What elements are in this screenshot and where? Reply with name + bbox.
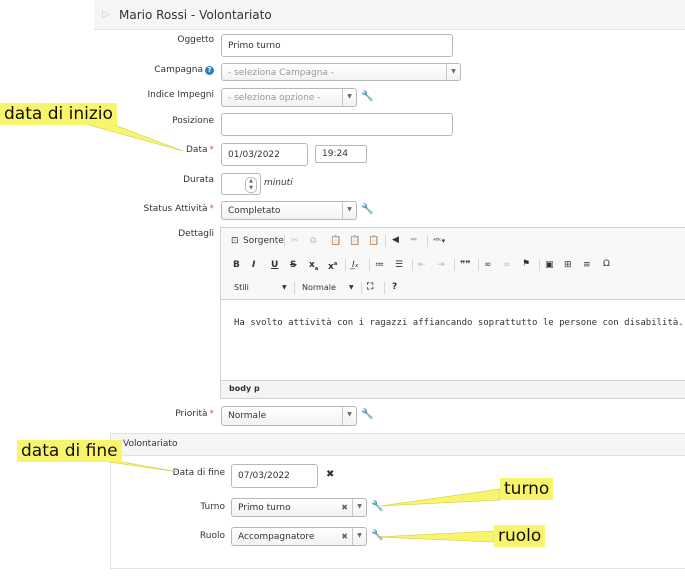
strike-button[interactable]: S xyxy=(290,259,296,271)
durata-input[interactable]: ▲ ▼ xyxy=(221,173,261,195)
image-icon[interactable]: ▣ xyxy=(545,259,554,271)
subscript-button[interactable]: xa xyxy=(309,259,318,275)
spellcheck-icon[interactable]: ᴬᴮᶜ▾ xyxy=(433,235,445,247)
copy-icon[interactable]: ⧉ xyxy=(310,235,316,247)
wrench-icon[interactable]: 🔧 xyxy=(361,204,373,216)
chevron-down-icon: ▼ xyxy=(282,284,287,291)
styles-combo[interactable]: Stili xyxy=(234,282,249,294)
wrench-icon[interactable]: 🔧 xyxy=(371,530,383,542)
bold-button[interactable]: B xyxy=(233,259,240,271)
help-icon[interactable]: ? xyxy=(205,66,214,75)
data-inizio-input[interactable]: 01/03/2022 xyxy=(221,143,308,166)
help-button[interactable]: ? xyxy=(392,281,397,293)
chevron-down-icon: ▼ xyxy=(352,528,366,545)
status-label: Status Attività * xyxy=(143,204,214,214)
collapse-arrow-icon[interactable]: ▷ xyxy=(102,9,112,21)
format-combo[interactable]: Normale xyxy=(302,282,336,294)
indice-placeholder: - seleziona opzione - xyxy=(228,93,321,103)
campagna-select[interactable]: - seleziona Campagna - ▼ xyxy=(221,63,461,81)
clear-icon[interactable]: ✖ xyxy=(341,503,348,512)
outdent-icon[interactable]: ⇤ xyxy=(418,259,426,271)
indent-icon[interactable]: ⇥ xyxy=(437,259,445,271)
durata-unit: minuti xyxy=(264,178,293,188)
volontariato-title: Volontariato xyxy=(123,439,178,449)
indice-impegni-label: Indice Impegni xyxy=(147,90,214,100)
status-select[interactable]: Completato ▼ xyxy=(221,201,357,220)
oggetto-label: Oggetto xyxy=(177,35,214,45)
chevron-down-icon: ▼ xyxy=(349,284,354,291)
oggetto-input[interactable]: Primo turno xyxy=(221,34,453,57)
callout-turno: turno xyxy=(500,478,554,500)
page-title: Mario Rossi - Volontariato xyxy=(119,8,272,22)
wrench-icon[interactable]: 🔧 xyxy=(371,501,383,513)
italic-button[interactable]: I xyxy=(252,259,255,271)
cut-icon[interactable]: ✂ xyxy=(291,235,299,247)
priorita-label: Priorità * xyxy=(175,409,214,419)
element-path-bar xyxy=(221,380,685,398)
chevron-down-icon: ▼ xyxy=(352,499,366,516)
data-fine-input[interactable]: 07/03/2022 xyxy=(231,464,318,488)
maximize-icon[interactable]: ⛶ xyxy=(367,281,373,293)
posizione-input[interactable] xyxy=(221,113,453,136)
numbered-list-icon[interactable]: ≔ xyxy=(375,259,384,271)
source-button[interactable]: Sorgente xyxy=(243,235,284,247)
campagna-placeholder: - seleziona Campagna - xyxy=(228,68,335,78)
ruolo-select[interactable]: Accompagnatore ✖ ▼ xyxy=(231,527,367,546)
chevron-down-icon: ▼ xyxy=(342,89,356,106)
clear-icon[interactable]: ✖ xyxy=(341,532,348,541)
data-label: Data * xyxy=(186,145,214,155)
turno-label: Turno xyxy=(200,502,225,512)
stepper-icon[interactable]: ▲ ▼ xyxy=(245,177,257,193)
anchor-flag-icon[interactable]: ⚑ xyxy=(522,258,530,270)
ruolo-label: Ruolo xyxy=(199,531,225,541)
priorita-value: Normale xyxy=(228,411,267,421)
source-icon: ⊡ xyxy=(231,236,239,246)
ruolo-value: Accompagnatore xyxy=(238,532,315,542)
editor-content[interactable]: Ha svolto attività con i ragazzi affianc… xyxy=(234,318,684,328)
clear-date-icon[interactable]: ✖ xyxy=(326,469,334,480)
durata-label: Durata xyxy=(183,175,214,185)
callout-ruolo: ruolo xyxy=(494,525,546,547)
link-icon[interactable]: ∞ xyxy=(484,259,492,271)
unlink-icon[interactable]: ∞ xyxy=(503,259,511,271)
turno-value: Primo turno xyxy=(238,503,291,513)
superscript-button[interactable]: xa xyxy=(328,258,337,273)
status-value: Completato xyxy=(228,206,281,216)
path-p[interactable]: p xyxy=(254,384,260,393)
paste-icon[interactable]: 📋 xyxy=(330,235,341,247)
chevron-down-icon: ▼ xyxy=(342,202,356,219)
blockquote-icon[interactable]: ❞❞ xyxy=(460,259,471,271)
path-body[interactable]: body xyxy=(229,384,251,393)
horizontal-rule-icon[interactable]: ≡ xyxy=(583,259,591,271)
ora-input[interactable]: 19:24 xyxy=(315,145,367,163)
chevron-down-icon: ▼ xyxy=(446,64,460,80)
table-icon[interactable]: ⊞ xyxy=(564,259,572,271)
special-char-icon[interactable]: Ω xyxy=(603,258,610,270)
volontariato-panel-header xyxy=(111,434,685,456)
indice-impegni-select[interactable]: - seleziona opzione - ▼ xyxy=(221,88,357,107)
priorita-select[interactable]: Normale ▼ xyxy=(221,406,357,426)
data-fine-label: Data di fine xyxy=(172,468,225,478)
chevron-down-icon: ▼ xyxy=(342,407,356,425)
undo-icon[interactable]: ◀ xyxy=(392,234,399,246)
paste-text-icon[interactable]: 📋 xyxy=(349,235,360,247)
wrench-icon[interactable]: 🔧 xyxy=(361,409,373,421)
bullet-list-icon[interactable]: ☰ xyxy=(395,259,403,271)
turno-select[interactable]: Primo turno ✖ ▼ xyxy=(231,498,367,517)
wrench-icon[interactable]: 🔧 xyxy=(361,91,373,103)
campagna-label: Campagna? xyxy=(34,64,214,76)
callout-data-fine: data di fine xyxy=(17,440,122,462)
remove-format-icon[interactable]: I̲ₓ xyxy=(352,259,359,271)
paste-word-icon[interactable]: 📋 xyxy=(368,235,379,247)
callout-data-inizio: data di inizio xyxy=(0,103,117,125)
redo-icon[interactable]: ➦ xyxy=(410,234,418,246)
dettagli-label: Dettagli xyxy=(178,229,214,239)
underline-button[interactable]: U xyxy=(271,259,278,271)
